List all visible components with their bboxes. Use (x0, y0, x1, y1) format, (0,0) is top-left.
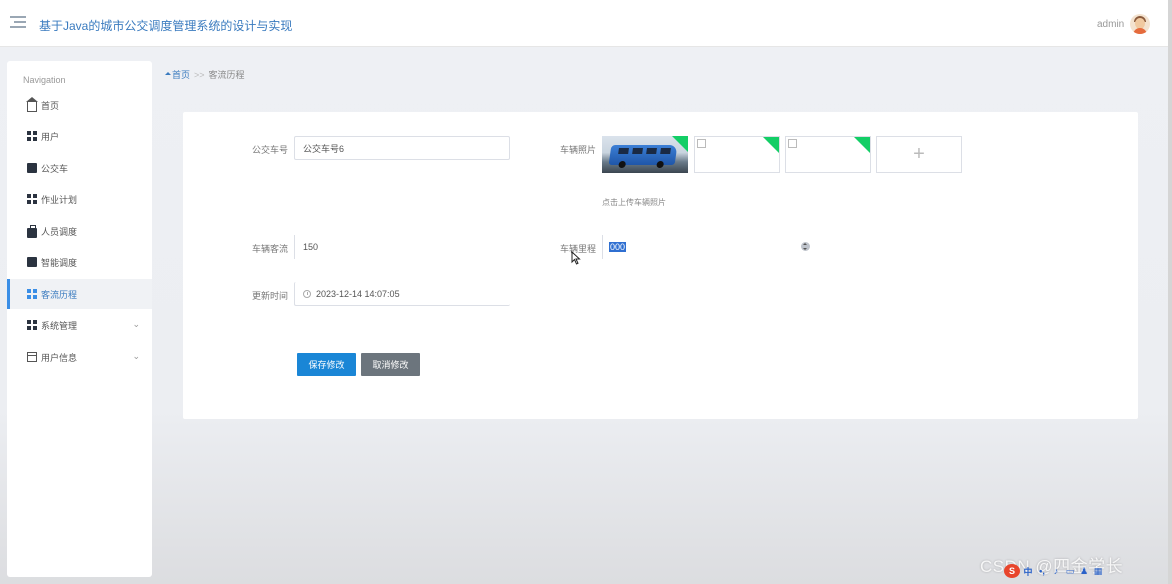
microphone-icon[interactable]: ♪ (1050, 565, 1062, 577)
nav-heading: Navigation (23, 75, 66, 85)
update-time-label: 更新时间 (251, 291, 288, 301)
bus-photo-thumbnail[interactable] (602, 136, 688, 173)
photo-label: 车辆照片 (559, 145, 596, 155)
sidebar-item-label: 作业计划 (41, 194, 78, 205)
clock-icon (303, 289, 311, 298)
sidebar-item-label: 用户信息 (41, 352, 78, 363)
punctuation-icon[interactable]: •, (1036, 565, 1048, 577)
sidebar-item-label: 客流历程 (41, 289, 78, 300)
input-method-tray: S 中 •, ♪ ▭ ♟ ▦ (1004, 564, 1104, 578)
message-icon (27, 163, 37, 173)
app-title: 基于Java的城市公交调度管理系统的设计与实现 (39, 19, 293, 33)
grid-icon (27, 320, 37, 330)
sidebar-item-label: 系统管理 (41, 320, 78, 331)
sidebar-item-system-management[interactable]: 系统管理 ⌄ (7, 310, 152, 340)
update-time-input[interactable]: 2023-12-14 14:07:05 (294, 282, 510, 306)
window-icon (27, 352, 37, 362)
user-icon[interactable]: ♟ (1078, 565, 1090, 577)
top-header: 基于Java的城市公交调度管理系统的设计与实现 admin (0, 0, 1168, 47)
briefcase-icon (27, 224, 37, 238)
home-icon (26, 96, 38, 112)
upload-add-button[interactable]: + (876, 136, 962, 173)
home-icon (165, 72, 171, 75)
flow-label: 车辆客流 (251, 244, 288, 254)
clipboard-check-icon (27, 257, 37, 267)
broken-image-icon (788, 139, 797, 148)
grid-menu-icon[interactable]: ▦ (1092, 565, 1104, 577)
number-spinner-icon[interactable] (801, 242, 810, 251)
plus-icon: + (913, 143, 925, 165)
mileage-value: 000 (609, 242, 627, 252)
sidebar-item-user-info[interactable]: 用户信息 ⌄ (7, 342, 152, 372)
sidebar-item-smart-dispatch[interactable]: 智能调度 (7, 247, 152, 277)
breadcrumb: 首页 >> 客流历程 (165, 68, 245, 81)
update-time-value: 2023-12-14 14:07:05 (316, 288, 400, 299)
chevron-down-icon: ⌄ (132, 351, 140, 361)
breadcrumb-home[interactable]: 首页 (172, 70, 190, 80)
bus-no-label: 公交车号 (251, 145, 288, 155)
sidebar-item-bus[interactable]: 公交车 (7, 153, 152, 183)
sidebar: Navigation 首页 用户 公交车 作业计划 人员调度 智能调度 客流历程… (7, 61, 152, 577)
grid-icon (27, 289, 37, 299)
keyboard-icon[interactable]: ▭ (1064, 565, 1076, 577)
save-button[interactable]: 保存修改 (297, 353, 356, 376)
mileage-label: 车辆里程 (559, 244, 596, 254)
cancel-button[interactable]: 取消修改 (361, 353, 420, 376)
sidebar-item-work-plan[interactable]: 作业计划 (7, 184, 152, 214)
grid-icon (27, 194, 37, 204)
sidebar-item-label: 首页 (41, 100, 60, 111)
scrollbar[interactable] (1168, 0, 1172, 584)
grid-icon (27, 131, 37, 141)
photo-upload-hint: 点击上传车辆照片 (602, 198, 666, 207)
broken-image-icon (697, 139, 706, 148)
photo-thumbnail-broken[interactable] (694, 136, 780, 173)
sidebar-item-home[interactable]: 首页 (7, 90, 152, 120)
sidebar-item-users[interactable]: 用户 (7, 121, 152, 151)
flow-input[interactable]: 150 (294, 235, 510, 259)
mileage-input[interactable]: 000 (602, 235, 818, 259)
photo-thumbnail-broken[interactable] (785, 136, 871, 173)
sogou-logo-icon[interactable]: S (1004, 564, 1020, 578)
menu-toggle-icon[interactable] (10, 16, 26, 30)
sidebar-item-passenger-flow[interactable]: 客流历程 (7, 279, 152, 309)
breadcrumb-separator: >> (194, 70, 205, 80)
sidebar-item-staff-dispatch[interactable]: 人员调度 (7, 216, 152, 246)
sidebar-item-label: 用户 (41, 131, 60, 142)
chevron-down-icon: ⌄ (132, 319, 140, 329)
user-name[interactable]: admin (1097, 19, 1124, 30)
avatar[interactable] (1130, 14, 1150, 34)
sidebar-item-label: 公交车 (41, 163, 69, 174)
mouse-cursor-icon (571, 251, 581, 265)
sidebar-item-label: 智能调度 (41, 257, 78, 268)
chinese-mode-icon[interactable]: 中 (1022, 565, 1034, 577)
bus-no-input[interactable]: 公交车号6 (294, 136, 510, 160)
sidebar-item-label: 人员调度 (41, 226, 78, 237)
breadcrumb-current: 客流历程 (208, 70, 245, 80)
edit-form-card: 公交车号 公交车号6 车辆照片 + 点击上传车辆照片 车辆客流 150 车辆里程… (183, 112, 1138, 419)
